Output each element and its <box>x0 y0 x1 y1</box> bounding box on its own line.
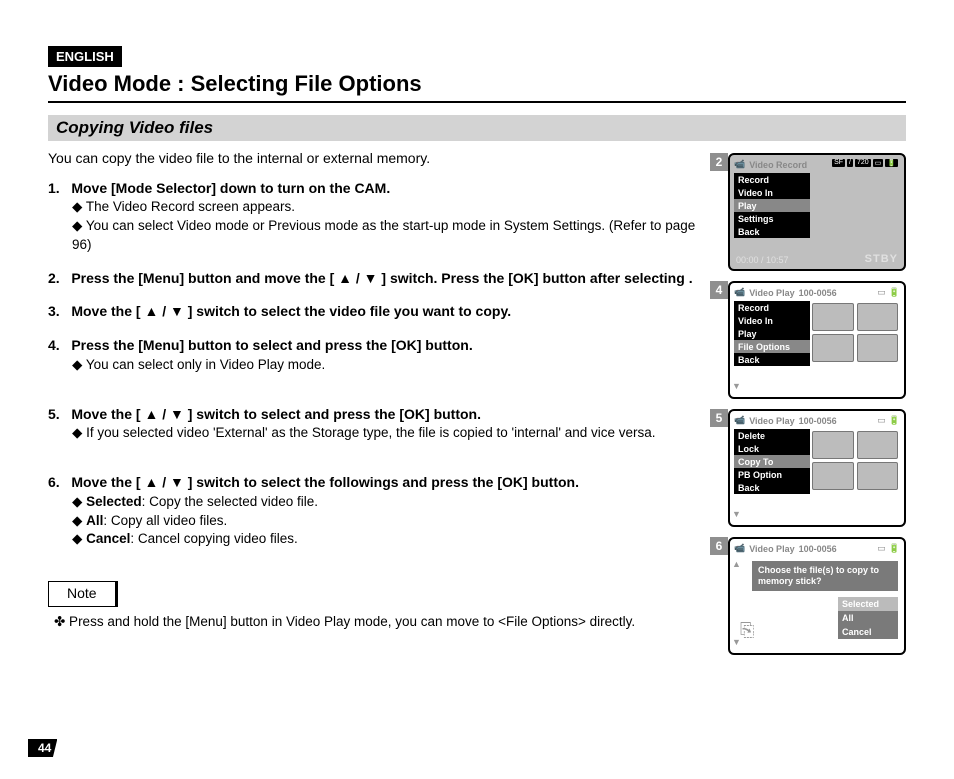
menu-item: Play <box>734 327 810 340</box>
status-icons: ▭🔋 <box>877 415 900 426</box>
prompt-option: All <box>838 611 898 625</box>
menu-item: Lock <box>734 442 810 455</box>
menu-item: Settings <box>734 212 810 225</box>
screen-title: Video Play <box>749 416 794 426</box>
thumbnails <box>812 431 898 490</box>
menu-item: Video In <box>734 314 810 327</box>
quality-badge: SF/720▭🔋 <box>832 159 898 167</box>
language-badge: ENGLISH <box>48 46 122 67</box>
stby-label: STBY <box>865 253 898 265</box>
thumbnails <box>812 303 898 362</box>
prompt-option: Selected <box>838 597 898 611</box>
prompt-option: Cancel <box>838 625 898 639</box>
screen-title: Video Play <box>749 288 794 298</box>
page-title: Video Mode : Selecting File Options <box>48 71 906 103</box>
menu-item: Back <box>734 353 810 366</box>
camcorder-icon: 📹 <box>734 543 745 554</box>
step-heading: 5. Move the [ ▲ / ▼ ] switch to select a… <box>48 405 698 425</box>
camcorder-icon: 📹 <box>734 415 745 426</box>
down-arrow-icon: ▼ <box>732 509 741 519</box>
note-label: Note <box>48 581 118 607</box>
screen-title: Video Record <box>749 160 807 170</box>
screenshot-5: 5 📹Video Play 100-0056 ▭🔋 ▲ DeleteLockCo… <box>710 409 906 527</box>
screenshot-number: 4 <box>710 281 728 299</box>
menu-item: Delete <box>734 429 810 442</box>
menu-item: Back <box>734 225 810 238</box>
instruction-column: You can copy the video file to the inter… <box>48 149 698 655</box>
file-counter: 100-0056 <box>799 544 837 554</box>
screenshot-number: 5 <box>710 409 728 427</box>
screenshots-column: 2 📹Video Record SF/720▭🔋 RecordVideo InP… <box>710 153 906 655</box>
step-heading: 3. Move the [ ▲ / ▼ ] switch to select t… <box>48 302 698 322</box>
menu-s5: DeleteLockCopy ToPB OptionBack <box>734 429 810 494</box>
menu-item: Record <box>734 301 810 314</box>
step-heading: 2. Press the [Menu] button and move the … <box>48 269 698 289</box>
step-heading: 1. Move [Mode Selector] down to turn on … <box>48 179 698 199</box>
camcorder-icon: 📹 <box>734 159 745 170</box>
status-icons: ▭🔋 <box>877 287 900 298</box>
up-arrow-icon: ▲ <box>732 559 741 569</box>
screen-title: Video Play <box>749 544 794 554</box>
screenshot-2: 2 📹 Video Record SF/720▭🔋 RecordVideo InP… <box>710 153 906 271</box>
menu-item: File Options <box>734 340 810 353</box>
step-sub: ◆ Selected: Copy the selected video file… <box>72 493 698 512</box>
menu-item: Copy To <box>734 455 810 468</box>
note-text: ✤ Press and hold the [Menu] button in Vi… <box>64 613 698 632</box>
file-counter: 100-0056 <box>799 416 837 426</box>
step-heading: 6. Move the [ ▲ / ▼ ] switch to select t… <box>48 473 698 493</box>
steps-list: 1. Move [Mode Selector] down to turn on … <box>48 179 698 550</box>
screenshot-number: 2 <box>710 153 728 171</box>
menu-s4: RecordVideo InPlayFile OptionsBack <box>734 301 810 366</box>
copy-icon: ⎘ <box>740 620 754 641</box>
page-number: 44 <box>28 739 57 757</box>
step-sub: ◆ Cancel: Cancel copying video files. <box>72 530 698 549</box>
step-sub: ◆ You can select Video mode or Previous … <box>72 217 698 255</box>
screenshot-6: 6 📹 Video Play 100-0056 ▭🔋 ▲ Choose the f… <box>710 537 906 655</box>
step-sub: ◆ The Video Record screen appears. <box>72 198 698 217</box>
menu-item: Video In <box>734 186 810 199</box>
camcorder-icon: 📹 <box>734 287 745 298</box>
prompt-options: SelectedAllCancel <box>838 597 898 639</box>
menu-item: Back <box>734 481 810 494</box>
section-title: Copying Video files <box>48 115 906 141</box>
menu-item: Record <box>734 173 810 186</box>
down-arrow-icon: ▼ <box>732 637 741 647</box>
menu-s2: RecordVideo InPlaySettingsBack <box>734 173 810 238</box>
step-heading: 4. Press the [Menu] button to select and… <box>48 336 698 356</box>
step-sub: ◆ You can select only in Video Play mode… <box>72 356 698 375</box>
status-icons: ▭🔋 <box>877 543 900 554</box>
screenshot-4: 4 📹Video Play 100-0056 ▭🔋 ▲ RecordVideo … <box>710 281 906 399</box>
step-sub: ◆ All: Copy all video files. <box>72 512 698 531</box>
timecode: 00:00 / 10:57 <box>736 255 789 265</box>
down-arrow-icon: ▼ <box>732 381 741 391</box>
screenshot-number: 6 <box>710 537 728 555</box>
menu-item: Play <box>734 199 810 212</box>
step-sub: ◆ If you selected video 'External' as th… <box>72 424 698 443</box>
file-counter: 100-0056 <box>799 288 837 298</box>
intro-text: You can copy the video file to the inter… <box>48 149 698 169</box>
prompt-text: Choose the file(s) to copy to memory sti… <box>752 561 898 591</box>
menu-item: PB Option <box>734 468 810 481</box>
